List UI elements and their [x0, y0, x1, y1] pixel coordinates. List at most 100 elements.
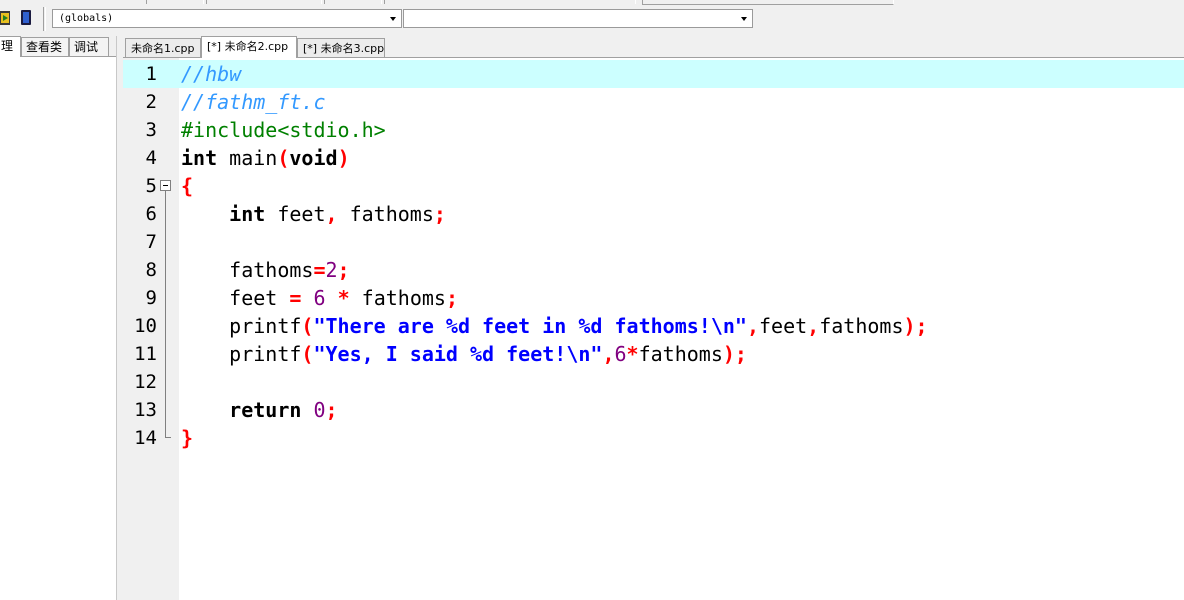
code-line[interactable]: 10 printf("There are %d feet in %d fatho…: [123, 312, 1184, 340]
tab-file-1[interactable]: 未命名1.cpp: [125, 38, 201, 57]
line-number: 5: [145, 175, 157, 197]
code-text: //fathm_ft.c: [181, 88, 326, 116]
code-token: ,: [746, 314, 759, 338]
member-combo[interactable]: [403, 9, 753, 28]
code-token: int: [229, 202, 266, 226]
code-token: ): [337, 146, 350, 170]
tab-debug[interactable]: 调试: [69, 37, 109, 56]
code-token: =: [289, 286, 302, 310]
line-number: 13: [134, 399, 157, 421]
bookmark-icon[interactable]: [18, 9, 34, 27]
code-token: fathoms: [349, 286, 446, 310]
code-token: *: [337, 286, 350, 310]
fold-toggle-icon[interactable]: [160, 180, 171, 191]
code-line[interactable]: 3 #include<stdio.h>: [123, 116, 1184, 144]
code-token: ,: [602, 342, 615, 366]
tab-classes[interactable]: 查看类: [21, 37, 69, 56]
line-number: 3: [145, 119, 157, 141]
code-token: feet: [759, 314, 808, 338]
tab-project[interactable]: 理: [0, 36, 21, 57]
code-token: =: [313, 258, 326, 282]
code-text: feet = 6 * fathoms;: [181, 284, 458, 312]
run-icon[interactable]: [0, 9, 16, 27]
line-number: 1: [145, 63, 157, 85]
code-token: feet: [181, 286, 290, 310]
code-token: }: [181, 426, 194, 450]
code-line[interactable]: 6 int feet, fathoms;: [123, 200, 1184, 228]
code-token: ;: [337, 258, 350, 282]
scope-combo-value: (globals): [59, 13, 114, 24]
code-token: (: [301, 342, 314, 366]
toolbar-top-strip: [0, 0, 900, 5]
code-token: );: [903, 314, 928, 338]
code-token: void: [289, 146, 338, 170]
code-text: }: [181, 424, 193, 452]
code-line[interactable]: 11 printf("Yes, I said %d feet!\n",6*fat…: [123, 340, 1184, 368]
code-token: printf: [181, 314, 302, 338]
code-line[interactable]: 4 int main(void): [123, 144, 1184, 172]
code-token: #include<stdio.h>: [181, 118, 386, 142]
code-line[interactable]: 1 //hbw: [123, 60, 1184, 88]
code-line[interactable]: 7: [123, 228, 1184, 256]
code-line[interactable]: 2 //fathm_ft.c: [123, 88, 1184, 116]
tab-file-3[interactable]: [*] 未命名3.cpp: [297, 38, 385, 57]
line-number: 8: [145, 259, 157, 281]
code-token: ;: [433, 202, 446, 226]
line-number: 12: [134, 371, 157, 393]
code-token: printf: [181, 342, 302, 366]
tab-file-2[interactable]: [*] 未命名2.cpp: [201, 36, 297, 58]
code-token: ;: [445, 286, 458, 310]
code-text: int feet, fathoms;: [181, 200, 446, 228]
code-line[interactable]: 9 feet = 6 * fathoms;: [123, 284, 1184, 312]
code-token: *: [626, 342, 639, 366]
scope-combo[interactable]: (globals): [52, 9, 402, 28]
code-token: fathoms: [181, 258, 314, 282]
code-line[interactable]: 13 return 0;: [123, 396, 1184, 424]
code-token: feet: [265, 202, 326, 226]
fold-end-marker: [165, 437, 171, 438]
code-token: 6: [313, 286, 326, 310]
line-number: 4: [145, 147, 157, 169]
code-token: int: [181, 146, 218, 170]
code-token: //hbw: [181, 62, 242, 86]
code-token: 2: [325, 258, 338, 282]
panel-tabs: 理 查看类 调试: [0, 36, 116, 57]
code-token: "Yes, I said %d feet!\n": [313, 342, 603, 366]
code-token: 0: [313, 398, 326, 422]
code-text: #include<stdio.h>: [181, 116, 386, 144]
code-token: fathoms: [337, 202, 434, 226]
fold-guide-line: [165, 191, 166, 437]
code-text: printf("Yes, I said %d feet!\n",6*fathom…: [181, 340, 747, 368]
line-number: 6: [145, 203, 157, 225]
code-token: {: [181, 174, 194, 198]
toolbar: (globals): [0, 0, 1184, 37]
code-text: int main(void): [181, 144, 350, 172]
line-number: 10: [134, 315, 157, 337]
chevron-down-icon[interactable]: [386, 12, 399, 25]
code-text: return 0;: [181, 396, 338, 424]
code-text: printf("There are %d feet in %d fathoms!…: [181, 312, 928, 340]
chevron-down-icon[interactable]: [737, 12, 750, 25]
code-token: fathoms: [819, 314, 904, 338]
code-line[interactable]: 5{: [123, 172, 1184, 200]
editor-tabs: 未命名1.cpp [*] 未命名2.cpp [*] 未命名3.cpp: [123, 36, 1184, 58]
code-token: //fathm_ft.c: [181, 90, 326, 114]
code-text: //hbw: [181, 60, 241, 88]
project-panel: 理 查看类 调试: [0, 36, 117, 600]
code-line[interactable]: 8 fathoms=2;: [123, 256, 1184, 284]
code-token: ;: [325, 398, 338, 422]
code-token: ,: [807, 314, 820, 338]
line-number: 9: [145, 287, 157, 309]
code-line[interactable]: 12: [123, 368, 1184, 396]
code-editor[interactable]: 1 //hbw 2 //fathm_ft.c 3 #include<stdio.h> 4 in…: [123, 58, 1184, 600]
code-line[interactable]: 14}: [123, 424, 1184, 452]
toolbar-separator: [43, 7, 46, 31]
line-number: 14: [134, 427, 157, 449]
code-text: fathoms=2;: [181, 256, 350, 284]
code-token: ,: [325, 202, 338, 226]
